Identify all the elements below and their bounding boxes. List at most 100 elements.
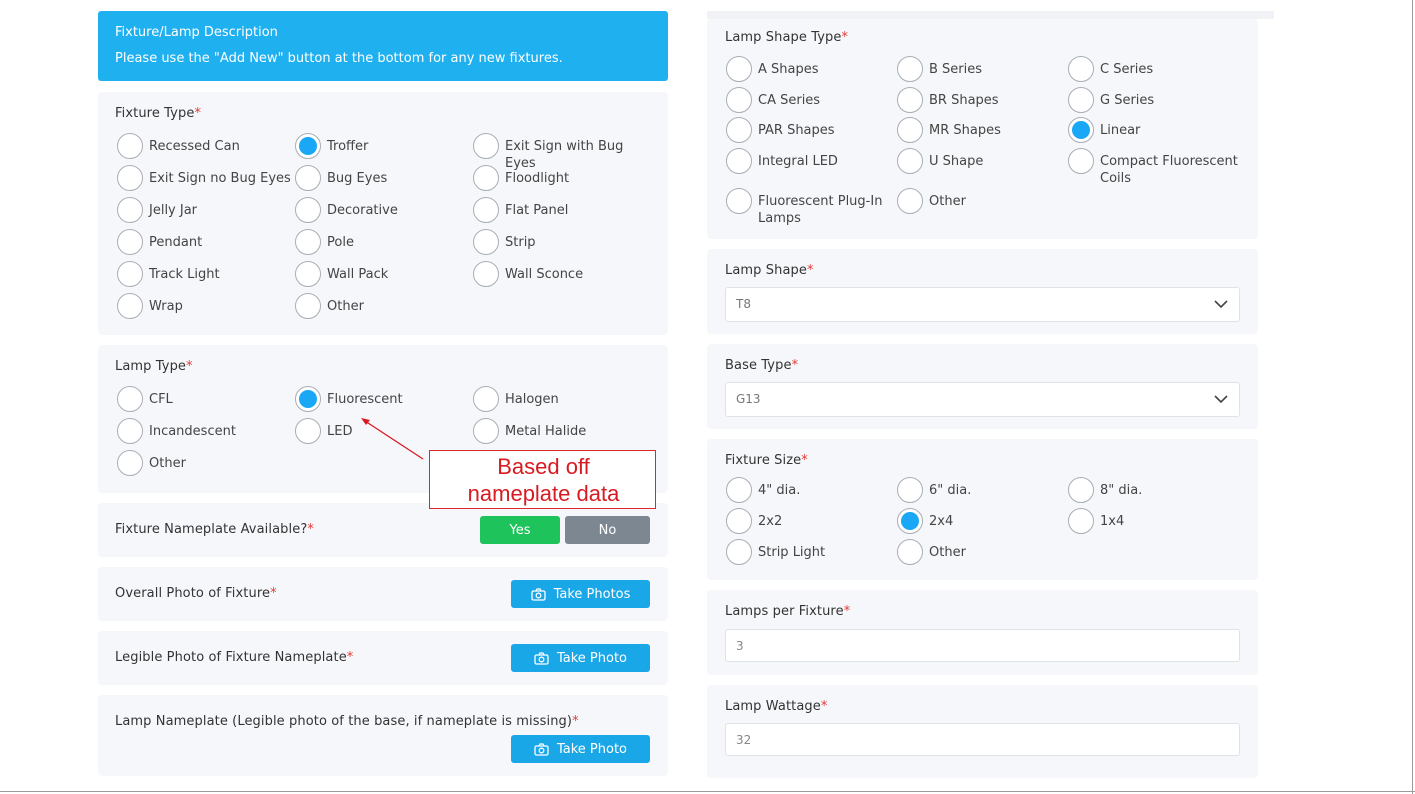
- lamp-type-option-metal-halide[interactable]: Metal Halide: [473, 418, 655, 444]
- take-photo-button[interactable]: Take Photo: [511, 644, 650, 672]
- radio-circle[interactable]: [897, 148, 923, 174]
- fixture-size-option-8-dia[interactable]: 8" dia.: [1068, 477, 1250, 503]
- radio-circle[interactable]: [473, 133, 499, 159]
- fixture-type-option-track-light[interactable]: Track Light: [117, 261, 299, 287]
- fixture-type-option-pole[interactable]: Pole: [295, 229, 477, 255]
- fixture-type-option-wall-sconce[interactable]: Wall Sconce: [473, 261, 655, 287]
- fixture-type-option-bug-eyes[interactable]: Bug Eyes: [295, 165, 477, 191]
- radio-circle[interactable]: [473, 418, 499, 444]
- lamp-type-option-incandescent[interactable]: Incandescent: [117, 418, 299, 444]
- radio-circle[interactable]: [117, 165, 143, 191]
- no-button[interactable]: No: [565, 516, 650, 544]
- radio-circle[interactable]: [295, 197, 321, 223]
- radio-circle[interactable]: [295, 229, 321, 255]
- radio-circle[interactable]: [726, 477, 752, 503]
- radio-circle[interactable]: [897, 87, 923, 113]
- fixture-type-option-exit-sign-no-bug-eyes[interactable]: Exit Sign no Bug Eyes: [117, 165, 299, 191]
- lamp-type-option-other[interactable]: Other: [117, 450, 299, 476]
- radio-circle[interactable]: [117, 229, 143, 255]
- radio-label: Troffer: [327, 139, 369, 154]
- radio-circle[interactable]: [473, 229, 499, 255]
- fixture-size-option-4-dia[interactable]: 4" dia.: [726, 477, 908, 503]
- lamp-shape-type-option-compact-fluorescent-coils[interactable]: Compact Fluorescent Coils: [1068, 148, 1240, 187]
- radio-circle[interactable]: [1068, 508, 1094, 534]
- radio-circle[interactable]: [1068, 87, 1094, 113]
- lamp-shape-type-option-ca-series[interactable]: CA Series: [726, 87, 898, 113]
- radio-circle[interactable]: [117, 197, 143, 223]
- radio-circle[interactable]: [897, 188, 923, 214]
- fixture-type-option-jelly-jar[interactable]: Jelly Jar: [117, 197, 299, 223]
- fixture-size-option-strip-light[interactable]: Strip Light: [726, 539, 908, 565]
- radio-circle[interactable]: [295, 261, 321, 287]
- lamp-shape-type-option-u-shape[interactable]: U Shape: [897, 148, 1069, 174]
- lamp-shape-type-option-integral-led[interactable]: Integral LED: [726, 148, 898, 174]
- lamp-shape-select[interactable]: T8: [725, 287, 1240, 322]
- radio-circle[interactable]: [897, 539, 923, 565]
- lamp-take-photo-button[interactable]: Take Photo: [511, 735, 650, 763]
- lamp-shape-type-option-c-series[interactable]: C Series: [1068, 56, 1240, 82]
- radio-circle[interactable]: [295, 386, 321, 412]
- fixture-type-option-floodlight[interactable]: Floodlight: [473, 165, 655, 191]
- lamp-shape-type-option-g-series[interactable]: G Series: [1068, 87, 1240, 113]
- radio-circle[interactable]: [117, 386, 143, 412]
- radio-circle[interactable]: [897, 117, 923, 143]
- radio-circle[interactable]: [295, 133, 321, 159]
- radio-circle[interactable]: [726, 148, 752, 174]
- fixture-type-option-wrap[interactable]: Wrap: [117, 293, 299, 319]
- fixture-type-option-other[interactable]: Other: [295, 293, 477, 319]
- fixture-size-option-2x2[interactable]: 2x2: [726, 508, 908, 534]
- base-type-select[interactable]: G13: [725, 382, 1240, 417]
- radio-circle[interactable]: [726, 117, 752, 143]
- radio-circle[interactable]: [473, 386, 499, 412]
- radio-circle[interactable]: [1068, 477, 1094, 503]
- radio-circle[interactable]: [726, 56, 752, 82]
- lamp-type-option-halogen[interactable]: Halogen: [473, 386, 655, 412]
- yes-button[interactable]: Yes: [480, 516, 560, 544]
- radio-circle[interactable]: [473, 197, 499, 223]
- fixture-type-option-decorative[interactable]: Decorative: [295, 197, 477, 223]
- radio-circle[interactable]: [726, 87, 752, 113]
- radio-circle[interactable]: [117, 261, 143, 287]
- radio-circle[interactable]: [117, 450, 143, 476]
- lamp-type-option-cfl[interactable]: CFL: [117, 386, 299, 412]
- lamps-per-fixture-input[interactable]: [725, 629, 1240, 662]
- radio-circle[interactable]: [897, 477, 923, 503]
- lamp-shape-type-option-a-shapes[interactable]: A Shapes: [726, 56, 898, 82]
- radio-circle[interactable]: [897, 56, 923, 82]
- radio-circle[interactable]: [295, 165, 321, 191]
- fixture-type-option-flat-panel[interactable]: Flat Panel: [473, 197, 655, 223]
- radio-circle[interactable]: [897, 508, 923, 534]
- lamp-shape-type-option-b-series[interactable]: B Series: [897, 56, 1069, 82]
- fixture-type-option-pendant[interactable]: Pendant: [117, 229, 299, 255]
- fixture-size-option-1x4[interactable]: 1x4: [1068, 508, 1250, 534]
- lamp-type-option-fluorescent[interactable]: Fluorescent: [295, 386, 477, 412]
- lamp-shape-type-option-mr-shapes[interactable]: MR Shapes: [897, 117, 1069, 143]
- radio-circle[interactable]: [1068, 148, 1094, 174]
- radio-circle[interactable]: [726, 188, 752, 214]
- fixture-type-option-strip[interactable]: Strip: [473, 229, 655, 255]
- fixture-size-option-2x4[interactable]: 2x4: [897, 508, 1079, 534]
- lamp-shape-type-option-other[interactable]: Other: [897, 188, 1069, 214]
- fixture-type-option-wall-pack[interactable]: Wall Pack: [295, 261, 477, 287]
- radio-circle[interactable]: [117, 133, 143, 159]
- lamp-wattage-input[interactable]: [725, 723, 1240, 756]
- radio-circle[interactable]: [1068, 117, 1094, 143]
- lamp-shape-type-option-par-shapes[interactable]: PAR Shapes: [726, 117, 898, 143]
- lamp-shape-type-option-br-shapes[interactable]: BR Shapes: [897, 87, 1069, 113]
- fixture-type-option-troffer[interactable]: Troffer: [295, 133, 477, 159]
- lamp-shape-type-option-linear[interactable]: Linear: [1068, 117, 1240, 143]
- take-photos-button[interactable]: Take Photos: [511, 580, 650, 608]
- fixture-size-option-other[interactable]: Other: [897, 539, 1079, 565]
- radio-circle[interactable]: [295, 418, 321, 444]
- fixture-type-option-recessed-can[interactable]: Recessed Can: [117, 133, 299, 159]
- radio-circle[interactable]: [726, 508, 752, 534]
- radio-circle[interactable]: [473, 165, 499, 191]
- radio-circle[interactable]: [726, 539, 752, 565]
- radio-circle[interactable]: [117, 418, 143, 444]
- radio-circle[interactable]: [117, 293, 143, 319]
- lamp-shape-type-option-fluorescent-plug-in-lamps[interactable]: Fluorescent Plug-In Lamps: [726, 188, 898, 227]
- radio-circle[interactable]: [473, 261, 499, 287]
- radio-circle[interactable]: [1068, 56, 1094, 82]
- radio-circle[interactable]: [295, 293, 321, 319]
- fixture-size-option-6-dia[interactable]: 6" dia.: [897, 477, 1079, 503]
